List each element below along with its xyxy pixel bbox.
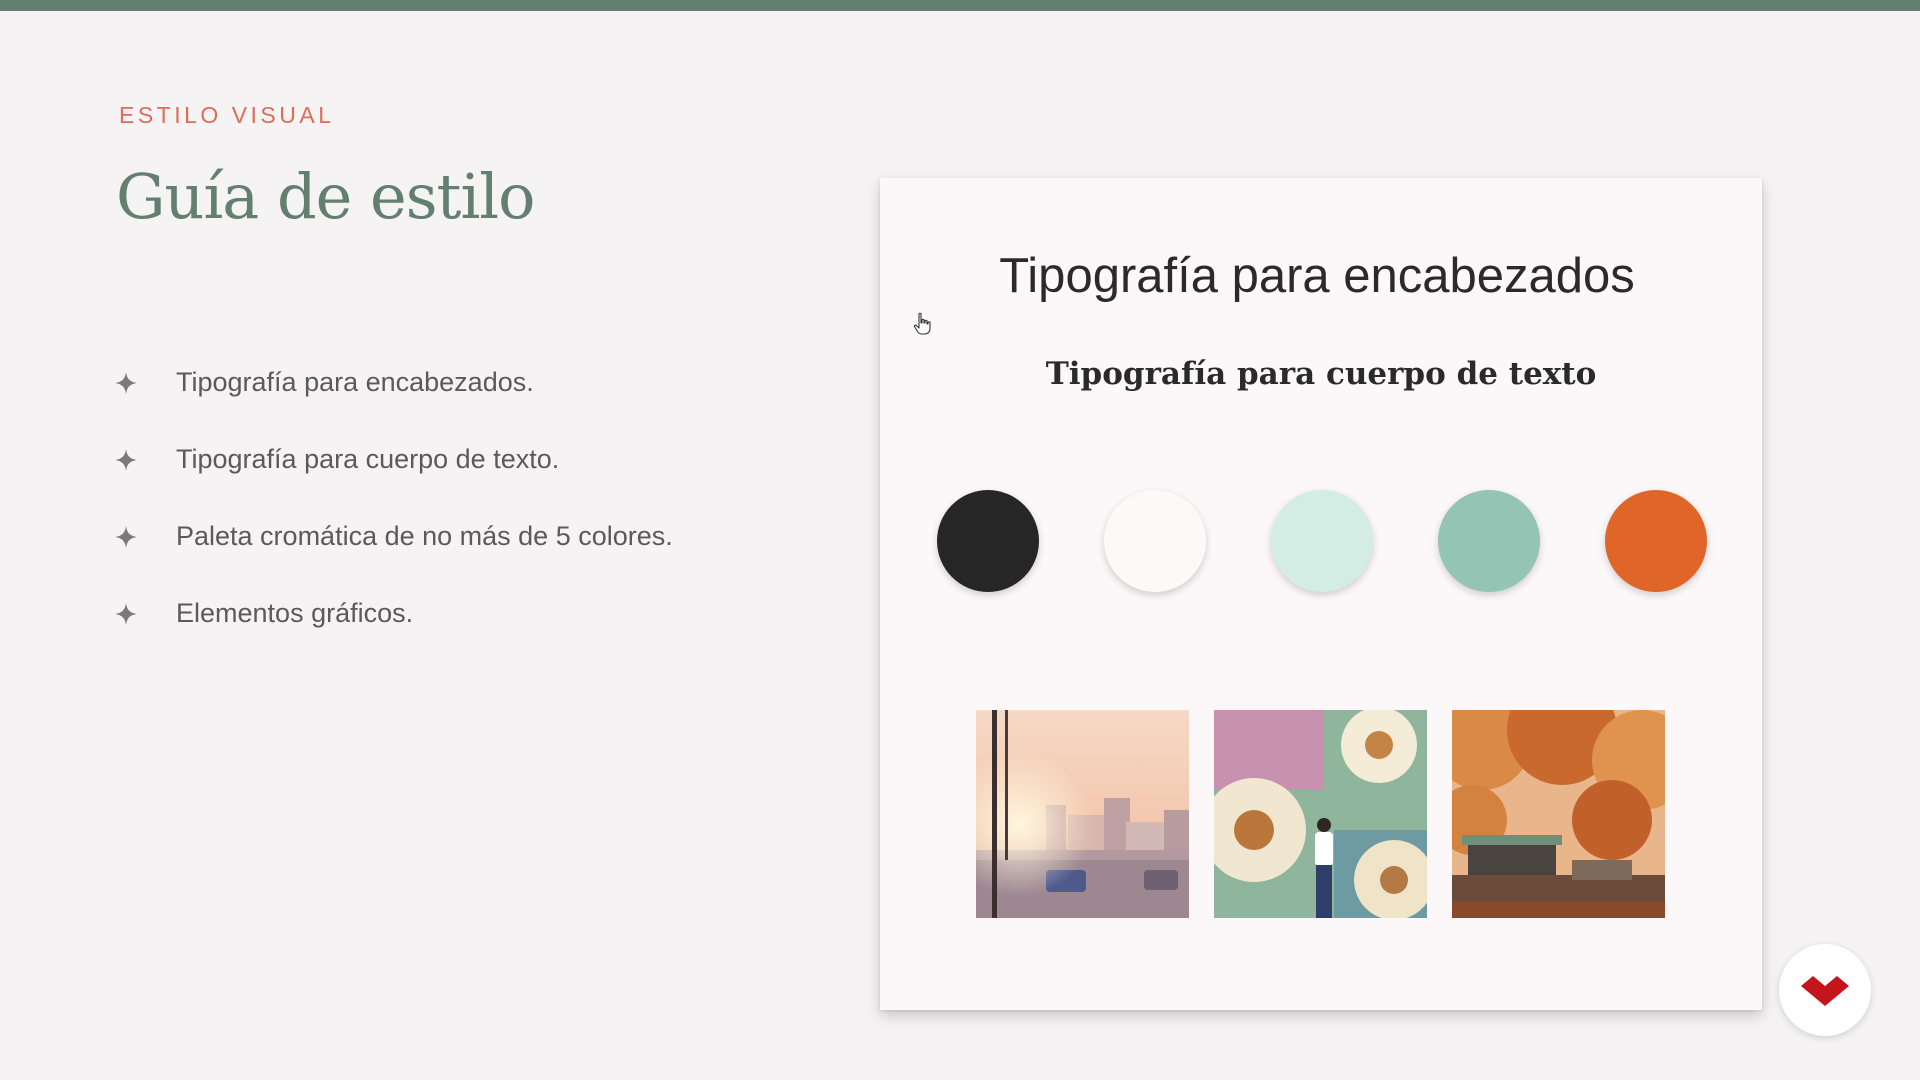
brand-logo (1779, 944, 1871, 1036)
bullet-text: Elementos gráficos. (176, 598, 414, 628)
graphic-elements (976, 710, 1665, 918)
body-typography-sample: Tipografía para cuerpo de texto (1045, 356, 1597, 392)
bullet-text: Paleta cromática de no más de 5 colores. (176, 521, 673, 551)
bullet-list: Tipografía para encabezados. Tipografía … (114, 344, 673, 652)
list-item: Tipografía para cuerpo de texto. (114, 421, 673, 498)
color-swatch (1104, 490, 1206, 592)
autumn-park-cafe-photo (1452, 710, 1665, 918)
hand-cursor-icon (913, 312, 931, 335)
sparkle-icon (115, 448, 137, 471)
sparkle-icon (115, 602, 137, 625)
color-swatch (937, 490, 1039, 592)
style-guide-card: Tipografía para encabezados Tipografía p… (880, 178, 1762, 1010)
bullet-text: Tipografía para cuerpo de texto. (176, 444, 560, 474)
color-swatch (1438, 490, 1540, 592)
top-accent-bar (0, 0, 1920, 11)
list-item: Elementos gráficos. (114, 575, 673, 652)
section-eyebrow: ESTILO VISUAL (119, 102, 335, 128)
list-item: Tipografía para encabezados. (114, 344, 673, 421)
bullet-text: Tipografía para encabezados. (176, 367, 534, 397)
sunflower-mural-woman-photo (1214, 710, 1427, 918)
sparkle-icon (115, 525, 137, 548)
color-swatch (1271, 490, 1373, 592)
color-swatch (1605, 490, 1707, 592)
city-street-sunset-photo (976, 710, 1189, 918)
heading-typography-sample: Tipografía para encabezados (999, 249, 1635, 303)
logo-icon (1801, 976, 1849, 1006)
color-palette (937, 490, 1707, 592)
list-item: Paleta cromática de no más de 5 colores. (114, 498, 673, 575)
sparkle-icon (115, 371, 137, 394)
page-title: Guía de estilo (116, 160, 535, 233)
